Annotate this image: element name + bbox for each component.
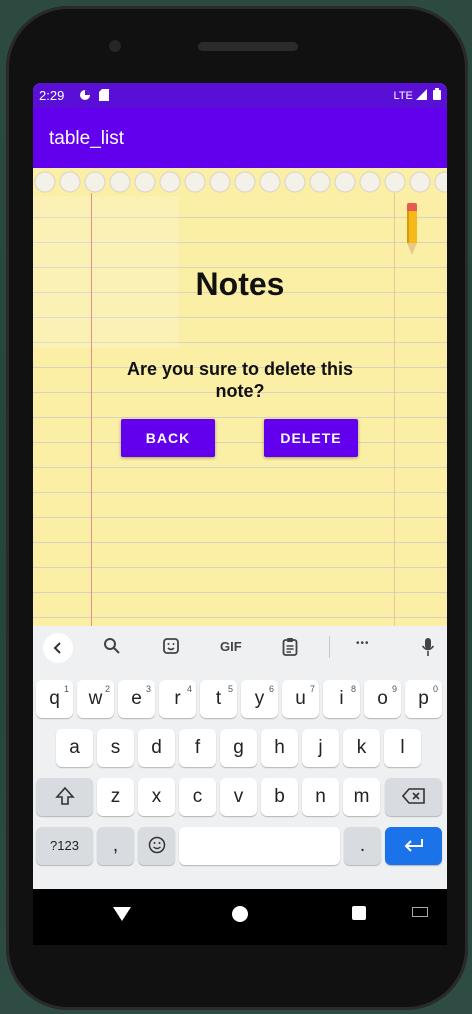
key-u[interactable]: u7 bbox=[282, 680, 319, 718]
paper-margin-line bbox=[91, 193, 92, 626]
sd-card-icon bbox=[99, 89, 109, 104]
key-hint: 8 bbox=[350, 684, 356, 694]
key-label: i bbox=[339, 688, 344, 709]
key-l[interactable]: l bbox=[384, 729, 421, 767]
key-g[interactable]: g bbox=[220, 729, 257, 767]
key-a[interactable]: a bbox=[56, 729, 93, 767]
earpiece-speaker bbox=[198, 42, 298, 51]
key-n[interactable]: n bbox=[302, 778, 339, 816]
key-hint: 4 bbox=[186, 684, 192, 694]
key-hint: 1 bbox=[63, 684, 69, 694]
gif-icon[interactable]: GIF bbox=[220, 639, 242, 654]
key-label: w bbox=[88, 688, 103, 709]
recents-icon[interactable] bbox=[352, 906, 366, 920]
status-right: LTE bbox=[394, 88, 441, 102]
app-title: table_list bbox=[49, 128, 124, 149]
back-icon[interactable] bbox=[113, 907, 131, 921]
keyboard-switch-icon[interactable] bbox=[412, 907, 428, 917]
key-h[interactable]: h bbox=[261, 729, 298, 767]
network-label: LTE bbox=[393, 90, 413, 102]
key-b[interactable]: b bbox=[261, 778, 298, 816]
delete-confirmation-text: Are you sure to delete this note? bbox=[126, 359, 354, 401]
status-bar: 2:29 LTE bbox=[33, 83, 447, 108]
data-saver-icon bbox=[79, 89, 91, 104]
key-m[interactable]: m bbox=[343, 778, 380, 816]
more-icon[interactable]: ••• bbox=[356, 638, 370, 649]
key-i[interactable]: i8 bbox=[323, 680, 360, 718]
key-c[interactable]: c bbox=[179, 778, 216, 816]
key-hint: 0 bbox=[432, 684, 438, 694]
key-y[interactable]: y6 bbox=[241, 680, 278, 718]
key-d[interactable]: d bbox=[138, 729, 175, 767]
sticker-icon[interactable] bbox=[162, 637, 180, 658]
suggestion-divider bbox=[329, 636, 330, 658]
spacebar[interactable] bbox=[179, 827, 340, 865]
status-time: 2:29 bbox=[39, 88, 65, 103]
key-label: o bbox=[377, 688, 388, 709]
key-hint: 9 bbox=[391, 684, 397, 694]
app-bar: table_list bbox=[33, 108, 447, 168]
key-label: e bbox=[131, 688, 142, 709]
key-hint: 2 bbox=[104, 684, 110, 694]
emoji-icon[interactable] bbox=[138, 827, 175, 865]
keyboard-suggestion-strip: GIF ••• bbox=[33, 626, 447, 670]
clipboard-icon[interactable] bbox=[282, 637, 298, 659]
key-label: u bbox=[295, 688, 306, 709]
key-hint: 5 bbox=[227, 684, 233, 694]
key-o[interactable]: o9 bbox=[364, 680, 401, 718]
key-f[interactable]: f bbox=[179, 729, 216, 767]
mic-icon[interactable] bbox=[421, 637, 435, 660]
key-label: y bbox=[254, 688, 265, 709]
key-label: p bbox=[418, 688, 429, 709]
page-title: Notes bbox=[195, 266, 285, 302]
soft-keyboard: GIF ••• q1 w2 e3 r4 t5 y6 u7 i8 o9 p0 a … bbox=[33, 626, 447, 889]
delete-button[interactable]: DELETE bbox=[264, 419, 358, 457]
key-p[interactable]: p0 bbox=[405, 680, 442, 718]
battery-icon bbox=[433, 88, 441, 100]
enter-icon[interactable] bbox=[385, 827, 442, 865]
key-r[interactable]: r4 bbox=[159, 680, 196, 718]
key-label: r bbox=[174, 688, 181, 709]
pencil-icon bbox=[407, 203, 417, 257]
key-hint: 3 bbox=[145, 684, 151, 694]
key-q[interactable]: q1 bbox=[36, 680, 73, 718]
search-icon[interactable] bbox=[103, 637, 121, 658]
key-t[interactable]: t5 bbox=[200, 680, 237, 718]
symbols-key[interactable]: ?123 bbox=[36, 827, 93, 865]
shift-icon[interactable] bbox=[36, 778, 93, 816]
paper-holes bbox=[33, 168, 447, 196]
key-label: t bbox=[215, 688, 222, 709]
key-hint: 7 bbox=[309, 684, 315, 694]
home-icon[interactable] bbox=[232, 906, 248, 922]
key-s[interactable]: s bbox=[97, 729, 134, 767]
paper-right-line bbox=[394, 193, 395, 626]
device-screen: 2:29 LTE table_list Notes Are you sure t… bbox=[33, 83, 447, 889]
key-w[interactable]: w2 bbox=[77, 680, 114, 718]
period-key[interactable]: . bbox=[344, 827, 381, 865]
key-x[interactable]: x bbox=[138, 778, 175, 816]
key-z[interactable]: z bbox=[97, 778, 134, 816]
key-e[interactable]: e3 bbox=[118, 680, 155, 718]
key-label: q bbox=[49, 688, 60, 709]
signal-icon bbox=[415, 89, 427, 100]
key-hint: 6 bbox=[268, 684, 274, 694]
key-v[interactable]: v bbox=[220, 778, 257, 816]
comma-key[interactable]: , bbox=[97, 827, 134, 865]
back-button[interactable]: BACK bbox=[121, 419, 215, 457]
front-camera bbox=[109, 40, 121, 52]
key-k[interactable]: k bbox=[343, 729, 380, 767]
backspace-icon[interactable] bbox=[385, 778, 442, 816]
key-j[interactable]: j bbox=[302, 729, 339, 767]
chevron-left-icon[interactable] bbox=[43, 633, 73, 663]
system-nav-bar bbox=[33, 889, 447, 945]
